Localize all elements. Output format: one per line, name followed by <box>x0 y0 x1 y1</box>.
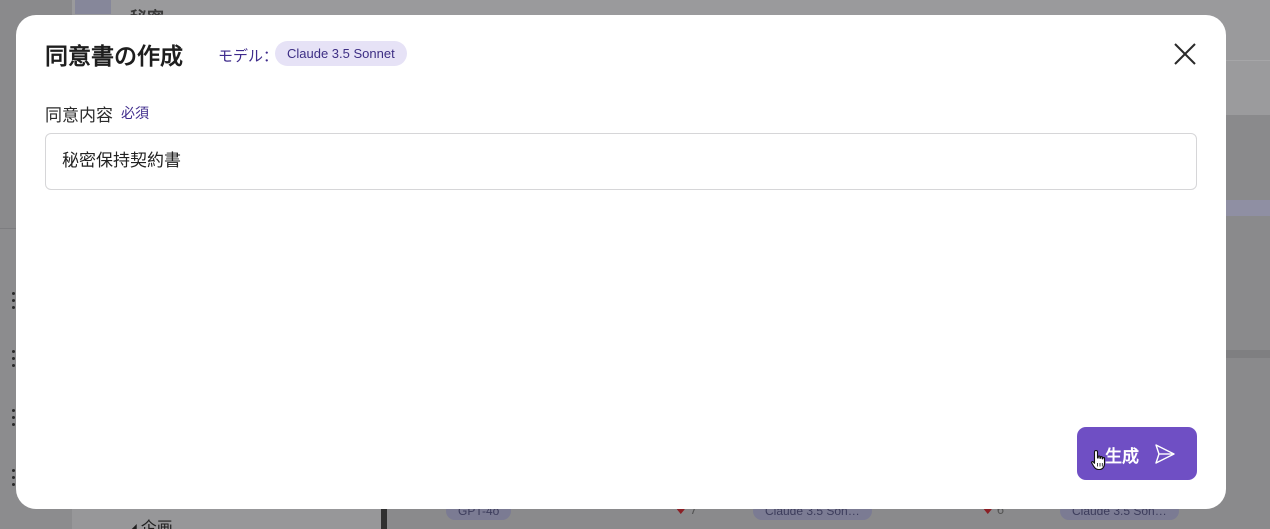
hand-pointer-icon <box>1091 449 1106 471</box>
model-badge: Claude 3.5 Sonnet <box>275 41 407 66</box>
background-sidebar-item-label: 企画 <box>140 518 173 529</box>
send-icon <box>1155 444 1175 464</box>
background-right-band-line <box>1226 350 1270 358</box>
close-button[interactable] <box>1168 37 1202 71</box>
background-right-band-accent <box>1226 200 1270 216</box>
background-right-band <box>1226 60 1270 115</box>
consent-content-input[interactable]: 秘密保持契約書 <box>45 133 1197 190</box>
background-header-tile <box>75 0 111 14</box>
generate-button-label: 生成 <box>1105 447 1139 467</box>
modal-title: 同意書の作成 <box>45 44 183 70</box>
close-icon <box>1174 43 1196 65</box>
consent-content-label: 同意内容 <box>45 106 113 126</box>
model-label: モデル： <box>218 47 279 65</box>
required-badge: 必須 <box>121 106 149 122</box>
consent-form-modal: 同意書の作成 モデル： Claude 3.5 Sonnet 同意内容 必須 秘密… <box>16 15 1226 509</box>
megaphone-icon: ◢ <box>126 521 137 529</box>
background-sidebar-item: ◢ 企画 <box>126 514 173 529</box>
